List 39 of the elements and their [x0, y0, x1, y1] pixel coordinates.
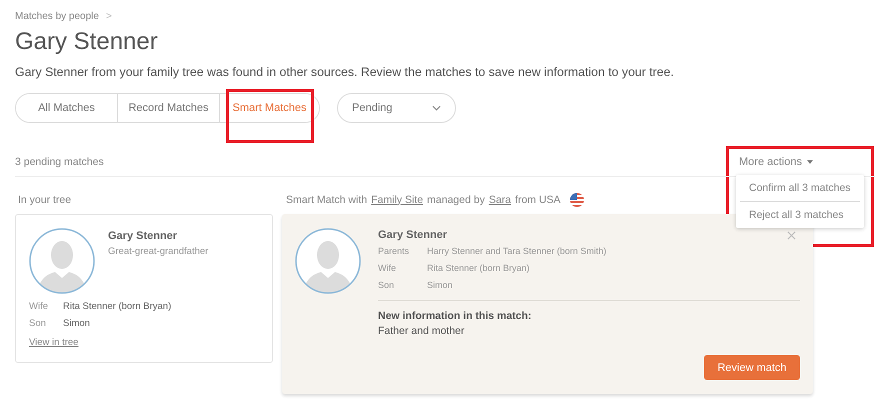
section-heading: In your tree: [17, 192, 72, 207]
tab[interactable]: Smart Matches: [219, 94, 319, 122]
chevron-icon: [432, 105, 441, 111]
breadcrumb-separator: >: [106, 11, 112, 22]
relative-label: Wife: [378, 263, 397, 273]
more-actions-button[interactable]: More actions: [739, 156, 813, 168]
person-name: Gary Stenner: [108, 230, 178, 242]
breadcrumb-link[interactable]: Matches by people: [15, 11, 99, 22]
menu-item[interactable]: Confirm all 3 matches: [740, 175, 860, 201]
heading-text: managed by: [427, 194, 485, 206]
relative-name: Harry Stenner and Tara Stenner (born Smith): [427, 246, 608, 256]
relative-name: Rita Stenner (born Bryan): [427, 263, 531, 273]
relative-name: Simon: [63, 318, 91, 329]
relative-label: Son: [29, 318, 47, 329]
review-match-button[interactable]: Review match: [704, 355, 800, 380]
relative-label: Son: [378, 280, 396, 290]
relation-text: Great-great-grandfather: [108, 246, 208, 257]
caret-icon: [807, 160, 813, 164]
relative-label: Wife: [29, 301, 49, 312]
menu-item[interactable]: Reject all 3 matches: [740, 201, 860, 228]
source-link[interactable]: Sara: [488, 194, 512, 206]
relative-label: Parents: [378, 246, 410, 256]
relative-name: Simon: [427, 280, 454, 290]
status-dropdown[interactable]: Pending: [337, 93, 456, 123]
heading-text: Smart Match with: [286, 194, 368, 206]
page-title: Gary Stenner: [15, 28, 159, 56]
heading-text: from USA: [515, 194, 561, 206]
description-text: Gary Stenner from your family tree was found in other sources. Review the matches to save new information to your tree.: [15, 65, 675, 79]
view-in-tree-link[interactable]: View in tree: [29, 337, 78, 348]
person-name: Gary Stenner: [378, 229, 448, 241]
close-icon[interactable]: [787, 231, 796, 240]
avatar-icon: [29, 228, 95, 294]
source-link[interactable]: Family Site: [371, 194, 424, 206]
avatar-icon: [295, 228, 361, 294]
flag-icon: [570, 192, 584, 206]
new-info-text: Father and mother: [378, 325, 466, 337]
relative-name: Rita Stenner (born Bryan): [63, 301, 172, 312]
new-info-title: New information in this match:: [378, 310, 532, 322]
pending-count: 3 pending matches: [15, 156, 104, 168]
